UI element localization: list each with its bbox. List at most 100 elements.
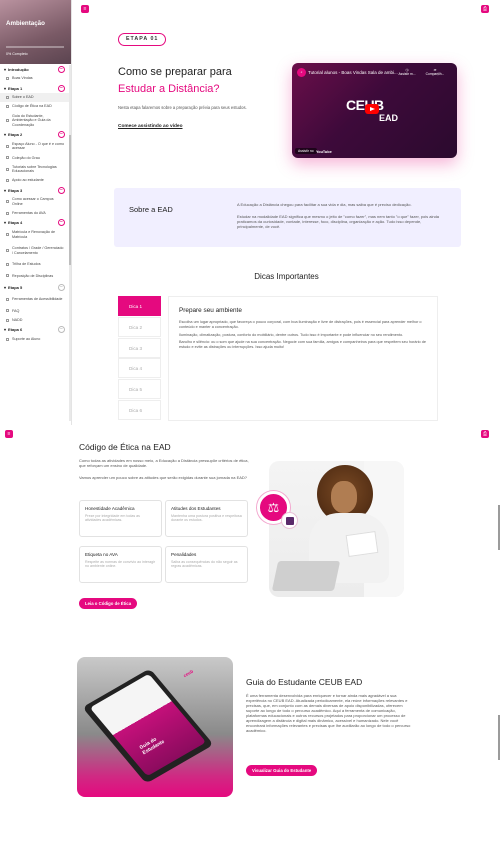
- sidebar-lesson-item[interactable]: Espaço Aluno - O que é e como acessar: [0, 140, 71, 154]
- read-ethics-code-button[interactable]: Leia o Código de Ética: [79, 598, 138, 609]
- sidebar-section-4[interactable]: ▾ Etapa 4 −: [0, 218, 71, 228]
- lesson-icon: [6, 318, 9, 322]
- section-label: ▾ Etapa 3: [4, 187, 23, 193]
- lesson-label: Espaço Aluno - O que é e como acessar: [12, 141, 65, 151]
- guide-tablet-image: Guia do Estudante ceub: [77, 657, 233, 797]
- lesson-icon: [6, 274, 9, 278]
- sidebar-lesson-item[interactable]: Apoio ao estudante: [0, 176, 71, 185]
- sidebar-lesson-item[interactable]: Reposição de Disciplinas: [0, 269, 71, 283]
- section-collapse-icon[interactable]: −: [58, 84, 65, 92]
- chevron-down-icon: ▾: [4, 220, 7, 226]
- lesson-icon: [6, 262, 9, 266]
- lesson-icon: [6, 337, 9, 341]
- sidebar-lesson-item[interactable]: Como acessar o Campus Online: [0, 195, 71, 209]
- hero-title-line1: Como se preparar para: [118, 66, 232, 78]
- section-collapse-icon[interactable]: −: [58, 219, 65, 227]
- card-title: Atitudes dos Estudantes: [171, 506, 221, 511]
- sidebar-lesson-item[interactable]: Sobre o EAD: [0, 93, 71, 103]
- lesson-icon: [6, 144, 9, 148]
- sidebar-section-3[interactable]: ▾ Etapa 3 −: [0, 185, 71, 195]
- page-scrollbar[interactable]: [498, 715, 500, 760]
- lesson-label: Apoio ao estudante: [12, 178, 44, 183]
- tip-paragraph: Barulho e silêncio: ou o som que ajude n…: [179, 340, 426, 350]
- sidebar-lesson-item[interactable]: Trilha de Estudos: [0, 260, 71, 269]
- tip-tab-2[interactable]: Dica 2: [118, 316, 161, 337]
- card-title: Penalidades: [171, 552, 197, 557]
- sidebar-lesson-item[interactable]: Matrícula e Renovação de Matrícula: [0, 228, 71, 242]
- channel-avatar[interactable]: c: [297, 68, 306, 77]
- ethics-card[interactable]: Penalidades Saiba as consequências do nã…: [165, 546, 248, 583]
- section-label: ▾ Etapa 5: [4, 285, 23, 291]
- sidebar-lesson-item[interactable]: NADD: [0, 315, 71, 324]
- lesson-icon: [6, 96, 9, 100]
- ethics-card[interactable]: Etiqueta no AVA Respeite as normas de co…: [79, 546, 162, 583]
- card-text: Preze por integridade em todas as ativid…: [85, 514, 140, 523]
- student-photo: [269, 461, 404, 597]
- lesson-icon: [6, 118, 9, 122]
- progress-bar: [6, 46, 64, 48]
- play-icon[interactable]: [365, 104, 379, 114]
- section-collapse-icon[interactable]: −: [58, 65, 65, 73]
- tip-tab-1[interactable]: Dica 1: [118, 296, 161, 316]
- section-collapse-icon[interactable]: −: [58, 131, 65, 139]
- sidebar-section-2[interactable]: ▾ Etapa 2 −: [0, 130, 71, 140]
- sidebar-lesson-item[interactable]: Tutoriais sobre Tecnologias Educacionais: [0, 162, 71, 176]
- lesson-icon: [6, 309, 9, 313]
- ethics-card[interactable]: Atitudes dos Estudantes Mantenha uma pos…: [165, 500, 248, 537]
- sidebar-lesson-item[interactable]: Suporte ao Aluno: [0, 335, 71, 344]
- sidebar-lesson-item[interactable]: Contratos / Grade / Gerenciado / Cancela…: [0, 242, 71, 260]
- video-title[interactable]: Tutorial alunos - Boas Vindas Sala de am…: [308, 70, 398, 75]
- video-brand-sub: EAD: [379, 113, 399, 123]
- ethics-paragraph-1: Como todas as atividades em nosso meio, …: [79, 458, 249, 468]
- tip-tab-5[interactable]: Dica 5: [118, 379, 161, 400]
- watch-on-label[interactable]: Assistir no: [295, 148, 317, 154]
- watch-video-link[interactable]: Comece assistindo ao vídeo: [118, 124, 183, 129]
- sidebar-lesson-item[interactable]: Boas Vindas: [0, 74, 71, 83]
- lesson-icon: [6, 298, 9, 302]
- sidebar-lesson-item[interactable]: Guia do Estudante, Ambientação e Guia da…: [0, 111, 71, 129]
- card-text: Respeite as normas de convívio ao intera…: [85, 560, 156, 569]
- tip-tab-3[interactable]: Dica 3: [118, 337, 161, 358]
- sidebar-scrollbar[interactable]: [69, 65, 71, 421]
- video-player[interactable]: c Tutorial alunos - Boas Vindas Sala de …: [292, 63, 457, 158]
- youtube-logo[interactable]: YouTube: [316, 150, 332, 154]
- sidebar-lesson-item[interactable]: Ferramentas de Acessibilidade: [0, 293, 71, 307]
- about-paragraph-2: Estudar na modalidade EAD significa que …: [237, 214, 440, 229]
- lesson-label: Ferramentas de Acessibilidade: [12, 297, 63, 302]
- watch-later-button[interactable]: ◷ Assistir m...: [397, 68, 417, 76]
- lesson-label: NADD: [12, 317, 23, 322]
- sidebar-header: Ambientação 0% Completo: [0, 0, 71, 64]
- sidebar-section-6[interactable]: ▾ Etapa 6 −: [0, 325, 71, 335]
- section-collapse-icon[interactable]: −: [58, 284, 65, 292]
- ethics-card[interactable]: Honestidade Acadêmica Preze por integrid…: [79, 500, 162, 537]
- tip-tab-4[interactable]: Dica 4: [118, 358, 161, 379]
- view-guide-button[interactable]: Visualizar Guia do Estudante: [246, 765, 318, 776]
- section-label: ▾ Etapa 2: [4, 132, 23, 138]
- sidebar-lesson-item[interactable]: Coleção do Grau: [0, 153, 71, 162]
- lesson-icon: [6, 211, 9, 215]
- tip-tab-6[interactable]: Dica 6: [118, 400, 161, 420]
- section-collapse-icon[interactable]: −: [58, 186, 65, 194]
- lesson-label: Ferramentas do AVA: [12, 211, 46, 216]
- sidebar-section-0[interactable]: ▾ Introdução −: [0, 64, 71, 74]
- sidebar-section-1[interactable]: ▾ Etapa 1 −: [0, 83, 71, 93]
- lesson-icon: [6, 77, 9, 81]
- ethics-paragraph-2: Vamos aprender um pouco sobre as atitude…: [79, 475, 248, 480]
- lesson-label: Como acessar o Campus Online: [12, 197, 54, 206]
- sidebar-lesson-item[interactable]: Ferramentas do AVA: [0, 209, 71, 218]
- sidebar-lesson-item[interactable]: Código de Ética na EAD: [0, 102, 71, 111]
- sidebar-lesson-item[interactable]: FAQ: [0, 306, 71, 315]
- chevron-down-icon: ▾: [4, 285, 7, 291]
- lesson-label: Contratos / Grade / Gerenciado / Cancela…: [12, 246, 64, 255]
- share-button[interactable]: ➦ Comparțilh...: [425, 68, 445, 76]
- menu-toggle-button[interactable]: ≡: [5, 430, 13, 438]
- progress-text: 0% Completo: [6, 52, 28, 56]
- card-title: Etiqueta no AVA: [85, 552, 118, 557]
- lesson-label: Reposição de Disciplinas: [12, 273, 54, 278]
- section-collapse-icon[interactable]: −: [58, 326, 65, 334]
- about-paragraph-1: A Educação a Distância chegou para facil…: [237, 202, 412, 207]
- sidebar-section-5[interactable]: ▾ Etapa 5 −: [0, 283, 71, 293]
- print-button[interactable]: ⎙: [481, 430, 489, 438]
- page-scrollbar[interactable]: [498, 505, 500, 550]
- chevron-down-icon: ▾: [4, 132, 7, 138]
